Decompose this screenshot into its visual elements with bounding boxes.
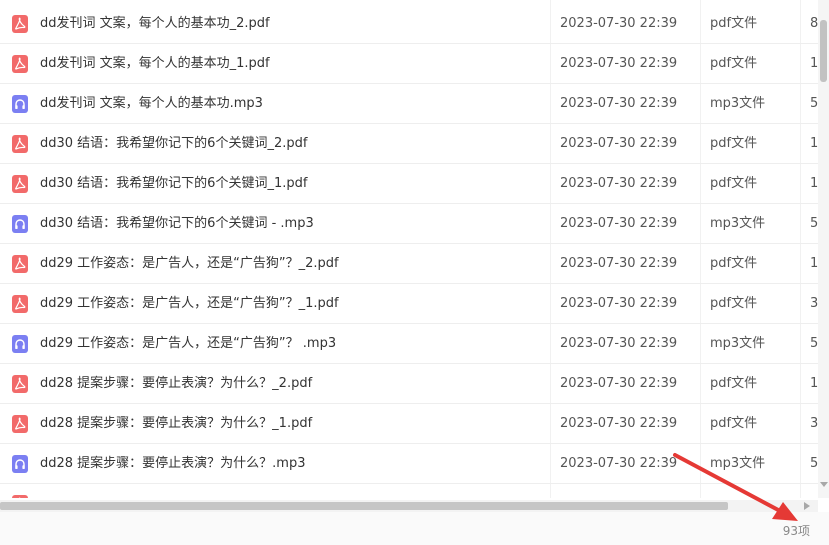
file-row[interactable]: dd30 结语：我希望你记下的6个关键词_2.pdf 2023-07-30 22:… — [0, 124, 818, 164]
file-name: dd29 工作姿态：是广告人，还是“广告狗”？_1.pdf — [40, 296, 339, 311]
file-row[interactable]: dd28 提案步骤：要停止表演？为什么？_2.pdf 2023-07-30 22:… — [0, 364, 818, 404]
file-size: 3 — [810, 416, 818, 431]
file-row[interactable]: dd30 结语：我希望你记下的6个关键词_1.pdf 2023-07-30 22:… — [0, 164, 818, 204]
file-row[interactable]: dd29 工作姿态：是广告人，还是“广告狗”？_1.pdf 2023-07-30 … — [0, 284, 818, 324]
file-type: mp3文件 — [710, 456, 766, 471]
file-row[interactable]: dd发刊词 文案，每个人的基本功.mp3 2023-07-30 22:39 mp3文… — [0, 84, 818, 124]
file-modified-date: 2023-07-30 22:39 — [560, 176, 678, 191]
pdf-file-icon — [12, 415, 28, 433]
file-size: 8 — [810, 16, 818, 31]
pdf-file-icon — [12, 55, 28, 73]
file-row[interactable]: dd29 工作姿态：是广告人，还是“广告狗”？ .mp3 2023-07-30 2… — [0, 324, 818, 364]
file-size: 5 — [810, 456, 818, 471]
file-size: 5 — [810, 96, 818, 111]
file-name: dd30 结语：我希望你记下的6个关键词_1.pdf — [40, 176, 308, 191]
file-type: pdf文件 — [710, 136, 758, 151]
file-type: pdf文件 — [710, 16, 758, 31]
file-type: pdf文件 — [710, 376, 758, 391]
file-modified-date: 2023-07-30 22:39 — [560, 416, 678, 431]
file-type: pdf文件 — [710, 416, 758, 431]
file-row[interactable]: dd发刊词 文案，每个人的基本功_1.pdf 2023-07-30 22:39 pd… — [0, 44, 818, 84]
file-name: dd30 结语：我希望你记下的6个关键词 - .mp3 — [40, 216, 314, 231]
status-bar: 93项 — [0, 512, 829, 545]
file-size: 1 — [810, 56, 818, 71]
file-modified-date: 2023-07-30 22:39 — [560, 256, 678, 271]
file-size: 5 — [810, 216, 818, 231]
file-row[interactable] — [0, 484, 818, 498]
file-name: dd28 提案步骤：要停止表演？为什么？_2.pdf — [40, 376, 313, 391]
horizontal-scroll-thumb[interactable] — [0, 502, 728, 510]
vertical-scroll-thumb[interactable] — [820, 20, 827, 82]
file-list: dd发刊词 文案，每个人的基本功_2.pdf 2023-07-30 22:39 pd… — [0, 0, 818, 498]
scroll-right-arrow-icon[interactable] — [804, 502, 810, 510]
audio-file-icon — [12, 95, 28, 113]
file-type: mp3文件 — [710, 216, 766, 231]
file-modified-date: 2023-07-30 22:39 — [560, 216, 678, 231]
vertical-scrollbar[interactable] — [818, 0, 829, 498]
pdf-file-icon — [12, 15, 28, 33]
file-size: 3 — [810, 296, 818, 311]
file-name: dd29 工作姿态：是广告人，还是“广告狗”？_2.pdf — [40, 256, 339, 271]
horizontal-scrollbar[interactable] — [0, 500, 818, 512]
file-modified-date: 2023-07-30 22:39 — [560, 336, 678, 351]
file-size: 5 — [810, 336, 818, 351]
file-modified-date: 2023-07-30 22:39 — [560, 456, 678, 471]
file-modified-date: 2023-07-30 22:39 — [560, 376, 678, 391]
file-name: dd28 提案步骤：要停止表演？为什么？_1.pdf — [40, 416, 313, 431]
pdf-file-icon — [12, 295, 28, 313]
audio-file-icon — [12, 455, 28, 473]
file-modified-date: 2023-07-30 22:39 — [560, 136, 678, 151]
file-row[interactable]: dd28 提案步骤：要停止表演？为什么？.mp3 2023-07-30 22:39… — [0, 444, 818, 484]
file-name: dd发刊词 文案，每个人的基本功_2.pdf — [40, 16, 270, 31]
file-modified-date: 2023-07-30 22:39 — [560, 16, 678, 31]
file-modified-date: 2023-07-30 22:39 — [560, 56, 678, 71]
item-count: 93项 — [782, 524, 810, 538]
file-type: mp3文件 — [710, 336, 766, 351]
file-name: dd29 工作姿态：是广告人，还是“广告狗”？ .mp3 — [40, 336, 337, 351]
pdf-file-icon — [12, 175, 28, 193]
file-name: dd28 提案步骤：要停止表演？为什么？.mp3 — [40, 456, 306, 471]
file-size: 1 — [810, 176, 818, 191]
file-size: 1 — [810, 136, 818, 151]
file-row[interactable]: dd发刊词 文案，每个人的基本功_2.pdf 2023-07-30 22:39 pd… — [0, 4, 818, 44]
file-name: dd30 结语：我希望你记下的6个关键词_2.pdf — [40, 136, 308, 151]
pdf-file-icon — [12, 375, 28, 393]
file-type: mp3文件 — [710, 96, 766, 111]
pdf-file-icon — [12, 135, 28, 153]
file-size: 1 — [810, 376, 818, 391]
file-modified-date: 2023-07-30 22:39 — [560, 96, 678, 111]
file-row[interactable]: dd30 结语：我希望你记下的6个关键词 - .mp3 2023-07-30 22… — [0, 204, 818, 244]
file-type: pdf文件 — [710, 176, 758, 191]
file-type: pdf文件 — [710, 56, 758, 71]
audio-file-icon — [12, 335, 28, 353]
file-name: dd发刊词 文案，每个人的基本功_1.pdf — [40, 56, 270, 71]
pdf-file-icon — [12, 495, 28, 498]
file-row[interactable]: dd28 提案步骤：要停止表演？为什么？_1.pdf 2023-07-30 22:… — [0, 404, 818, 444]
pdf-file-icon — [12, 255, 28, 273]
file-name: dd发刊词 文案，每个人的基本功.mp3 — [40, 96, 263, 111]
file-type: pdf文件 — [710, 296, 758, 311]
file-size: 1 — [810, 256, 818, 271]
file-row[interactable]: dd29 工作姿态：是广告人，还是“广告狗”？_2.pdf 2023-07-30 … — [0, 244, 818, 284]
scroll-down-arrow-icon[interactable] — [820, 482, 828, 487]
audio-file-icon — [12, 215, 28, 233]
file-modified-date: 2023-07-30 22:39 — [560, 296, 678, 311]
file-type: pdf文件 — [710, 256, 758, 271]
